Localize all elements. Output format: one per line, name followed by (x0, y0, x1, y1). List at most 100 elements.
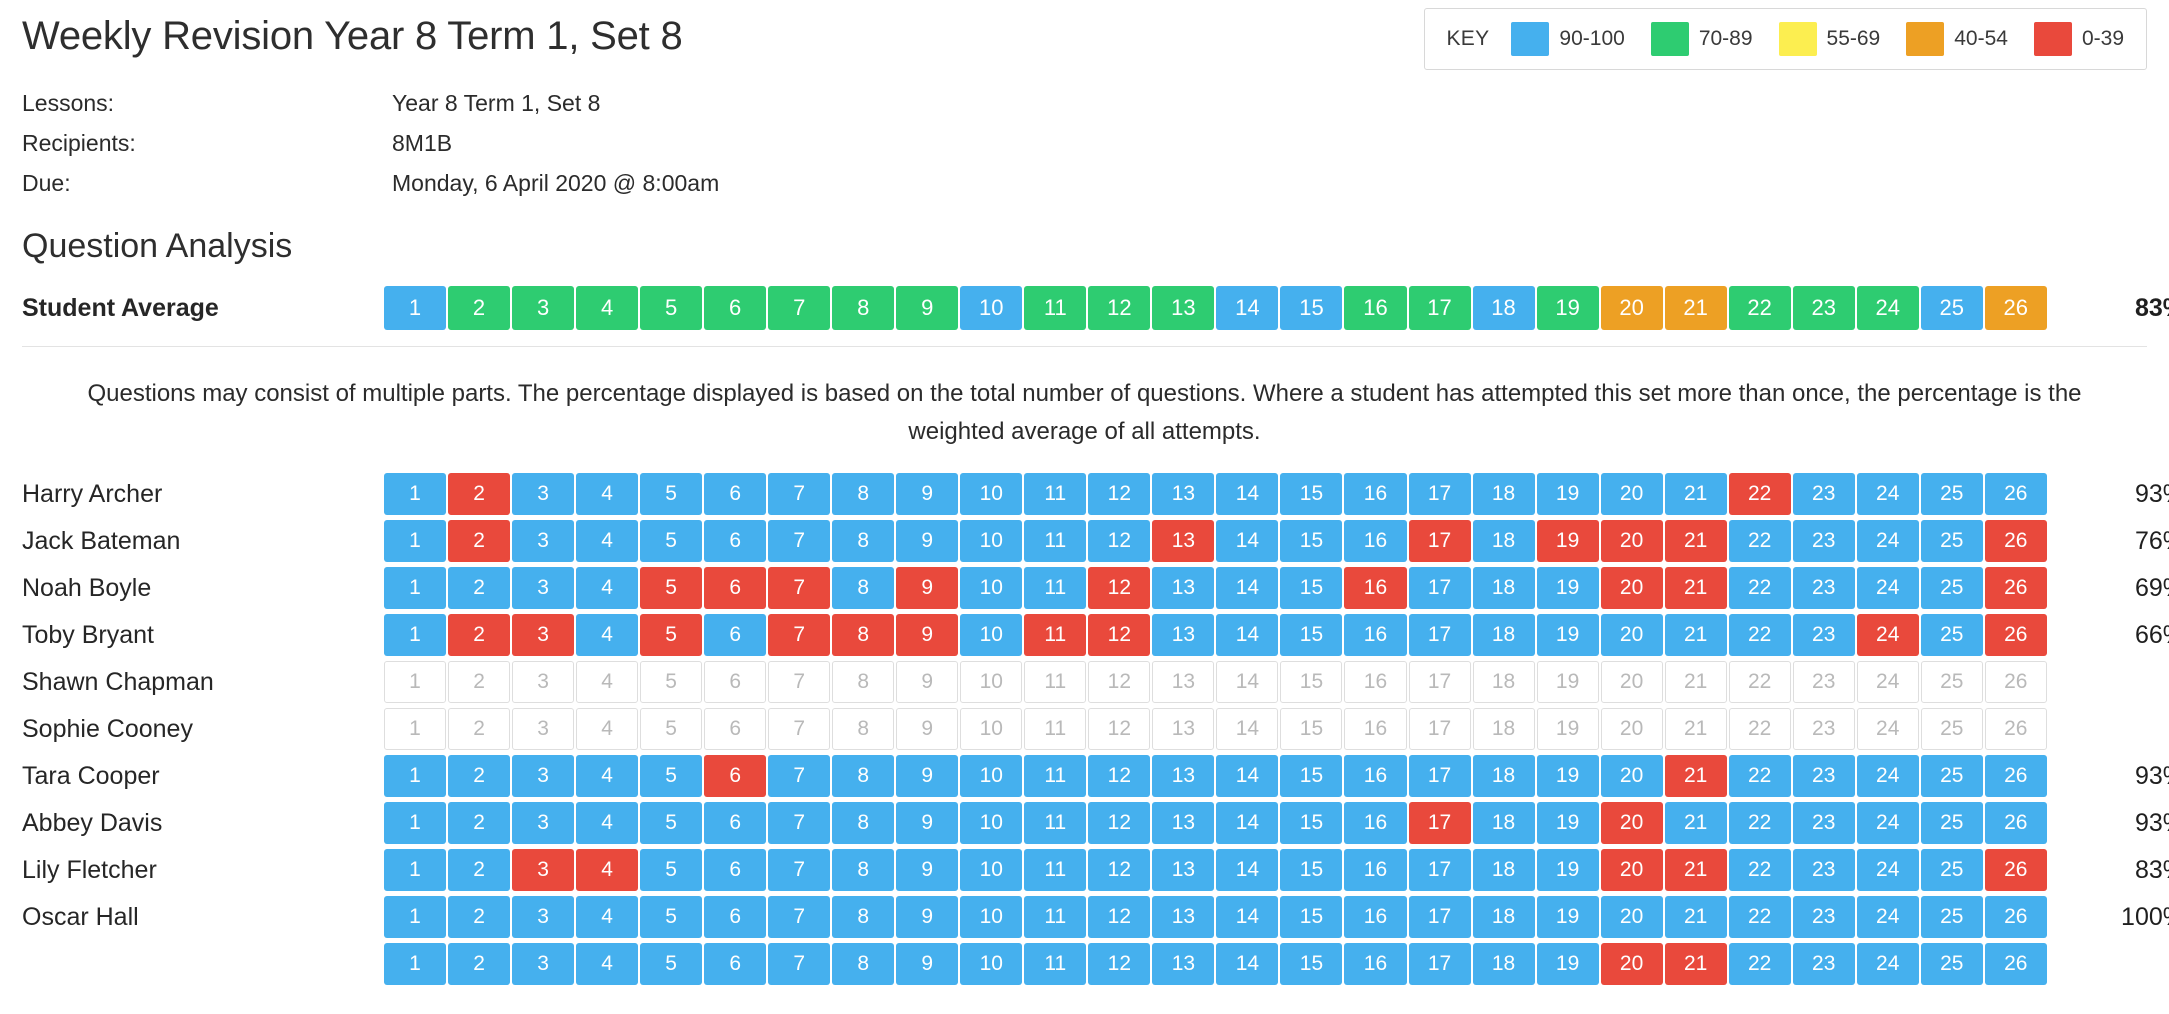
question-cell[interactable]: 16 (1344, 943, 1406, 985)
question-cell[interactable]: 6 (704, 614, 766, 656)
question-cell[interactable]: 19 (1537, 286, 1599, 330)
question-cell[interactable]: 16 (1344, 286, 1406, 330)
question-cell[interactable]: 2 (448, 286, 510, 330)
question-cell[interactable]: 24 (1857, 567, 1919, 609)
question-cell[interactable]: 5 (640, 708, 702, 750)
question-cell[interactable]: 5 (640, 661, 702, 703)
question-cell[interactable]: 15 (1280, 520, 1342, 562)
question-cell[interactable]: 23 (1793, 473, 1855, 515)
question-cell[interactable]: 13 (1152, 802, 1214, 844)
question-cell[interactable]: 3 (512, 896, 574, 938)
question-cell[interactable]: 7 (768, 849, 830, 891)
question-cell[interactable]: 26 (1985, 520, 2047, 562)
question-cell[interactable]: 24 (1857, 896, 1919, 938)
question-cell[interactable]: 7 (768, 286, 830, 330)
question-cell[interactable]: 7 (768, 896, 830, 938)
question-cell[interactable]: 24 (1857, 661, 1919, 703)
question-cell[interactable]: 6 (704, 849, 766, 891)
question-cell[interactable]: 17 (1409, 896, 1471, 938)
question-cell[interactable]: 26 (1985, 755, 2047, 797)
question-cell[interactable]: 10 (960, 755, 1022, 797)
question-cell[interactable]: 26 (1985, 708, 2047, 750)
question-cell[interactable]: 14 (1216, 708, 1278, 750)
question-cell[interactable]: 3 (512, 473, 574, 515)
question-cell[interactable]: 22 (1729, 567, 1791, 609)
question-cell[interactable]: 14 (1216, 849, 1278, 891)
question-cell[interactable]: 10 (960, 943, 1022, 985)
question-cell[interactable]: 25 (1921, 286, 1983, 330)
question-cell[interactable]: 13 (1152, 849, 1214, 891)
question-cell[interactable]: 9 (896, 286, 958, 330)
question-cell[interactable]: 12 (1088, 708, 1150, 750)
question-cell[interactable]: 20 (1601, 614, 1663, 656)
question-cell[interactable]: 9 (896, 802, 958, 844)
question-cell[interactable]: 9 (896, 755, 958, 797)
question-cell[interactable]: 14 (1216, 520, 1278, 562)
question-cell[interactable]: 9 (896, 473, 958, 515)
question-cell[interactable]: 2 (448, 567, 510, 609)
question-cell[interactable]: 4 (576, 896, 638, 938)
question-cell[interactable]: 23 (1793, 286, 1855, 330)
question-cell[interactable]: 12 (1088, 520, 1150, 562)
question-cell[interactable]: 8 (832, 943, 894, 985)
question-cell[interactable]: 12 (1088, 802, 1150, 844)
question-cell[interactable]: 10 (960, 286, 1022, 330)
question-cell[interactable]: 25 (1921, 849, 1983, 891)
question-cell[interactable]: 25 (1921, 661, 1983, 703)
question-cell[interactable]: 1 (384, 567, 446, 609)
question-cell[interactable]: 15 (1280, 286, 1342, 330)
question-cell[interactable]: 22 (1729, 520, 1791, 562)
question-cell[interactable]: 12 (1088, 473, 1150, 515)
question-cell[interactable]: 5 (640, 849, 702, 891)
question-cell[interactable]: 13 (1152, 286, 1214, 330)
question-cell[interactable]: 9 (896, 943, 958, 985)
question-cell[interactable]: 13 (1152, 896, 1214, 938)
question-cell[interactable]: 20 (1601, 661, 1663, 703)
question-cell[interactable]: 7 (768, 473, 830, 515)
question-cell[interactable]: 9 (896, 849, 958, 891)
question-cell[interactable]: 25 (1921, 708, 1983, 750)
question-cell[interactable]: 6 (704, 708, 766, 750)
question-cell[interactable]: 19 (1537, 849, 1599, 891)
question-cell[interactable]: 24 (1857, 708, 1919, 750)
question-cell[interactable]: 1 (384, 755, 446, 797)
question-cell[interactable]: 21 (1665, 849, 1727, 891)
question-cell[interactable]: 4 (576, 849, 638, 891)
student-name[interactable]: Harry Archer (22, 480, 384, 509)
question-cell[interactable]: 10 (960, 520, 1022, 562)
question-cell[interactable]: 18 (1473, 661, 1535, 703)
question-cell[interactable]: 18 (1473, 708, 1535, 750)
question-cell[interactable]: 1 (384, 849, 446, 891)
question-cell[interactable]: 22 (1729, 473, 1791, 515)
question-cell[interactable]: 17 (1409, 520, 1471, 562)
question-cell[interactable]: 25 (1921, 896, 1983, 938)
question-cell[interactable]: 15 (1280, 708, 1342, 750)
question-cell[interactable]: 25 (1921, 802, 1983, 844)
question-cell[interactable]: 18 (1473, 567, 1535, 609)
question-cell[interactable]: 21 (1665, 802, 1727, 844)
question-cell[interactable]: 9 (896, 661, 958, 703)
question-cell[interactable]: 5 (640, 896, 702, 938)
question-cell[interactable]: 20 (1601, 802, 1663, 844)
question-cell[interactable]: 5 (640, 520, 702, 562)
question-cell[interactable]: 8 (832, 567, 894, 609)
student-name[interactable]: Tara Cooper (22, 762, 384, 791)
question-cell[interactable]: 2 (448, 943, 510, 985)
question-cell[interactable]: 24 (1857, 849, 1919, 891)
question-cell[interactable]: 12 (1088, 286, 1150, 330)
question-cell[interactable]: 13 (1152, 661, 1214, 703)
question-cell[interactable]: 9 (896, 614, 958, 656)
question-cell[interactable]: 17 (1409, 943, 1471, 985)
question-cell[interactable]: 3 (512, 286, 574, 330)
question-cell[interactable]: 16 (1344, 567, 1406, 609)
question-cell[interactable]: 21 (1665, 661, 1727, 703)
question-cell[interactable]: 9 (896, 520, 958, 562)
question-cell[interactable]: 6 (704, 567, 766, 609)
question-cell[interactable]: 4 (576, 943, 638, 985)
question-cell[interactable]: 2 (448, 896, 510, 938)
question-cell[interactable]: 19 (1537, 755, 1599, 797)
question-cell[interactable]: 20 (1601, 473, 1663, 515)
question-cell[interactable]: 22 (1729, 661, 1791, 703)
question-cell[interactable]: 4 (576, 473, 638, 515)
question-cell[interactable]: 8 (832, 708, 894, 750)
